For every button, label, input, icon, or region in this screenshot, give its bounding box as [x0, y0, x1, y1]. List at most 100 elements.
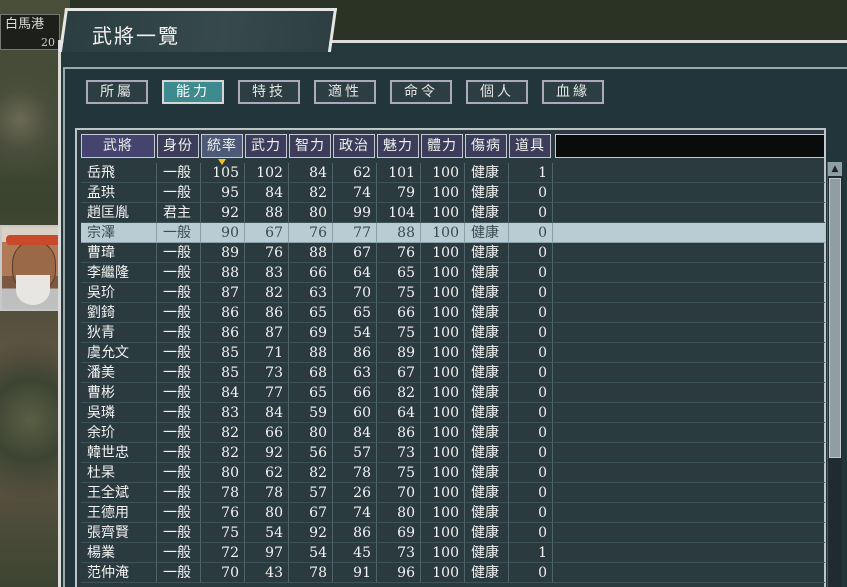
table-cell: 86: [201, 323, 245, 343]
portrait-headband: [6, 235, 62, 245]
table-cell: 84: [289, 163, 333, 183]
table-row[interactable]: 吳玠 一般 87 82 63 70 75 100 健康 0: [81, 283, 825, 303]
table-cell: 62: [333, 163, 377, 183]
tab-4[interactable]: 命令: [390, 80, 452, 104]
table-row[interactable]: 余玠 一般 82 66 80 84 86 100 健康 0: [81, 423, 825, 443]
column-header-9[interactable]: 道具: [509, 134, 551, 158]
table-row[interactable]: 虞允文 一般 85 71 88 86 89 100 健康 0: [81, 343, 825, 363]
table-row[interactable]: 劉錡 一般 86 86 65 65 66 100 健康 0: [81, 303, 825, 323]
table-cell: 0: [509, 183, 553, 203]
row-filler: [553, 263, 825, 283]
column-header-2[interactable]: 統率: [201, 134, 243, 165]
tab-0[interactable]: 所屬: [86, 80, 148, 104]
table-cell: 一般: [157, 383, 201, 403]
table-cell: 63: [289, 283, 333, 303]
table-cell: 67: [377, 363, 421, 383]
table-cell: 92: [289, 523, 333, 543]
column-header-3[interactable]: 武力: [245, 134, 287, 158]
city-label[interactable]: 白馬港 20: [0, 14, 60, 50]
table-cell: 0: [509, 403, 553, 423]
table-row[interactable]: 王德用 一般 76 80 67 74 80 100 健康 0: [81, 503, 825, 523]
table-cell: 宗澤: [81, 223, 157, 243]
column-header-1[interactable]: 身份: [157, 134, 199, 158]
table-cell: 105: [201, 163, 245, 183]
table-cell: 67: [289, 503, 333, 523]
table-cell: 85: [201, 343, 245, 363]
table-cell: 54: [289, 543, 333, 563]
table-cell: 65: [289, 303, 333, 323]
table-cell: 70: [201, 563, 245, 583]
table-row[interactable]: 李繼隆 一般 88 83 66 64 65 100 健康 0: [81, 263, 825, 283]
table-row[interactable]: 岳飛 一般 105 102 84 62 101 100 健康 1: [81, 163, 825, 183]
table-cell: 83: [201, 403, 245, 423]
table-cell: 102: [245, 163, 289, 183]
table-cell: 84: [245, 403, 289, 423]
tab-3[interactable]: 適性: [314, 80, 376, 104]
table-row[interactable]: 杜杲 一般 80 62 82 78 75 100 健康 0: [81, 463, 825, 483]
table-row[interactable]: 潘美 一般 85 73 68 63 67 100 健康 0: [81, 363, 825, 383]
column-header-label: 體力: [427, 138, 457, 154]
tab-1[interactable]: 能力: [162, 80, 224, 104]
column-header-6[interactable]: 魅力: [377, 134, 419, 158]
tab-2[interactable]: 特技: [238, 80, 300, 104]
table-cell: 73: [377, 543, 421, 563]
table-row[interactable]: 范仲淹 一般 70 43 78 91 96 100 健康 0: [81, 563, 825, 583]
table-cell: 84: [201, 383, 245, 403]
table-cell: 王全斌: [81, 483, 157, 503]
table-cell: 95: [201, 183, 245, 203]
row-filler: [553, 503, 825, 523]
table-cell: 一般: [157, 183, 201, 203]
row-filler: [553, 483, 825, 503]
table-cell: 88: [245, 203, 289, 223]
table-row[interactable]: 狄青 一般 86 87 69 54 75 100 健康 0: [81, 323, 825, 343]
column-header-8[interactable]: 傷病: [465, 134, 507, 158]
table-cell: 吳璘: [81, 403, 157, 423]
table-row[interactable]: 趙匡胤 君主 92 88 80 99 104 100 健康 0: [81, 203, 825, 223]
table-row[interactable]: 張齊賢 一般 75 54 92 86 69 100 健康 0: [81, 523, 825, 543]
column-header-0[interactable]: 武將: [81, 134, 155, 158]
table-row[interactable]: 曹瑋 一般 89 76 88 67 76 100 健康 0: [81, 243, 825, 263]
scroll-up-arrow-icon[interactable]: ▲: [828, 162, 842, 176]
column-header-5[interactable]: 政治: [333, 134, 375, 158]
table-cell: 67: [333, 243, 377, 263]
table-cell: 78: [333, 463, 377, 483]
table-row[interactable]: 宗澤 一般 90 67 76 77 88 100 健康 0: [81, 223, 825, 243]
table-row[interactable]: 曹彬 一般 84 77 65 66 82 100 健康 0: [81, 383, 825, 403]
table-cell: 0: [509, 503, 553, 523]
scrollbar[interactable]: ▲: [827, 162, 842, 587]
table-cell: 67: [245, 223, 289, 243]
officer-table: 武將 身份 統率 武力 智力 政治 魅力 體力 傷病 道具 岳飛 一般 105 102 84 62 101 10…: [75, 128, 826, 587]
table-cell: 69: [377, 523, 421, 543]
table-cell: 73: [245, 363, 289, 383]
table-row[interactable]: 韓世忠 一般 82 92 56 57 73 100 健康 0: [81, 443, 825, 463]
table-cell: 86: [245, 303, 289, 323]
table-row[interactable]: 王全斌 一般 78 78 57 26 70 100 健康 0: [81, 483, 825, 503]
table-row[interactable]: 楊業 一般 72 97 54 45 73 100 健康 1: [81, 543, 825, 563]
table-cell: 66: [377, 303, 421, 323]
city-value: 20: [41, 36, 55, 49]
tab-6[interactable]: 血緣: [542, 80, 604, 104]
row-filler: [553, 343, 825, 363]
table-cell: 100: [421, 523, 465, 543]
column-header-7[interactable]: 體力: [421, 134, 463, 158]
row-filler: [553, 383, 825, 403]
table-cell: 77: [333, 223, 377, 243]
table-cell: 86: [377, 423, 421, 443]
table-cell: 82: [245, 283, 289, 303]
column-header-4[interactable]: 智力: [289, 134, 331, 158]
table-cell: 65: [377, 263, 421, 283]
table-cell: 一般: [157, 463, 201, 483]
table-cell: 健康: [465, 283, 509, 303]
tab-5[interactable]: 個人: [466, 80, 528, 104]
table-cell: 100: [421, 163, 465, 183]
table-cell: 66: [289, 263, 333, 283]
table-cell: 76: [201, 503, 245, 523]
table-cell: 余玠: [81, 423, 157, 443]
table-row[interactable]: 孟珙 一般 95 84 82 74 79 100 健康 0: [81, 183, 825, 203]
table-row[interactable]: 吳璘 一般 83 84 59 60 64 100 健康 0: [81, 403, 825, 423]
table-cell: 100: [421, 563, 465, 583]
table-cell: 一般: [157, 543, 201, 563]
table-cell: 88: [201, 263, 245, 283]
scroll-thumb[interactable]: [829, 178, 841, 458]
table-cell: 80: [289, 203, 333, 223]
